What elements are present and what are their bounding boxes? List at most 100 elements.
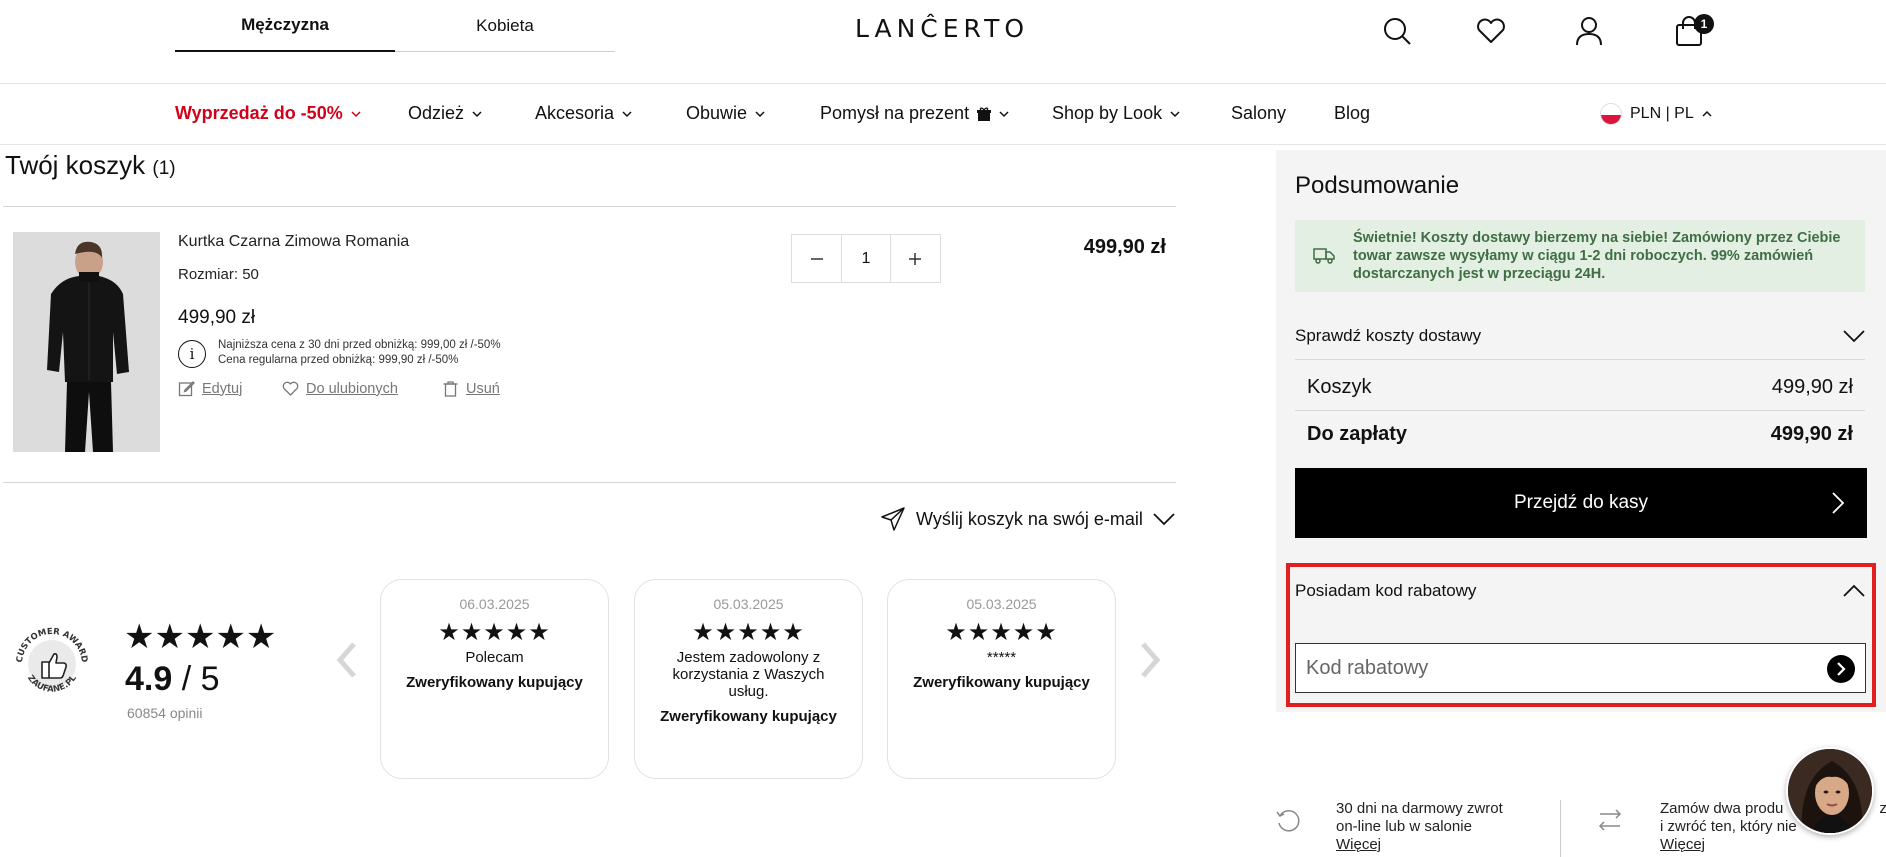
review-comment: Jestem zadowolony z korzystania z Waszyc… — [672, 649, 825, 700]
checkout-label: Przejdź do kasy — [1513, 492, 1649, 513]
reviews-next-button[interactable] — [1135, 640, 1165, 680]
email-cart-button[interactable]: Wyślij koszyk na swój e-mail — [880, 506, 1175, 532]
nav-item-label: Blog — [1334, 103, 1371, 123]
line-total: 499,90 zł — [1083, 236, 1166, 258]
edit-icon — [178, 381, 195, 397]
chevron-down-icon — [622, 110, 632, 117]
review-stars: ★★★★★ — [692, 619, 805, 646]
rating-max: 5 — [200, 660, 220, 698]
heart-icon[interactable] — [1474, 14, 1508, 48]
chevron-down-icon — [999, 110, 1009, 117]
nav-item-sale[interactable]: Wyprzedaż do -50% — [175, 103, 361, 124]
benefit-line-start: i zwróć ten, który nie — [1660, 818, 1797, 835]
chevron-left-icon — [336, 642, 356, 678]
cart-subtotal-value: 499,90 zł — [1771, 376, 1853, 398]
benefit-more-link[interactable]: Więcej — [1336, 836, 1381, 853]
benefit-line: on-line lub w salonie — [1336, 818, 1472, 835]
product-name[interactable]: Kurtka Czarna Zimowa Romania — [178, 233, 409, 251]
reviews-prev-button[interactable] — [332, 640, 362, 680]
size-value: 50 — [242, 266, 259, 283]
benefit-more-link[interactable]: Więcej — [1660, 836, 1705, 853]
checkout-button[interactable]: Przejdź do kasy — [1295, 468, 1867, 538]
total-value: 499,90 zł — [1770, 422, 1853, 445]
decrease-quantity-button[interactable] — [792, 235, 841, 282]
chat-assistant-avatar[interactable] — [1786, 747, 1874, 835]
bag-icon[interactable]: 1 — [1672, 14, 1714, 48]
nav-item-blog[interactable]: Blog — [1334, 103, 1370, 124]
rating-separator: / — [172, 660, 201, 698]
tab-women[interactable]: Kobieta — [395, 0, 615, 52]
product-image[interactable] — [13, 232, 160, 452]
chevron-down-icon — [1170, 110, 1180, 117]
free-shipping-notice: Świetnie! Koszty dostawy bierzemy na sie… — [1295, 220, 1865, 292]
summary-title: Podsumowanie — [1295, 172, 1460, 199]
tab-men[interactable]: Mężczyzna — [175, 0, 395, 52]
summary-row-cart: Koszyk 499,90 zł — [1295, 365, 1865, 411]
logo[interactable]: LANĈERTO — [855, 14, 1029, 43]
review-comment: ***** — [986, 649, 1017, 666]
chevron-down-icon — [351, 110, 361, 117]
review-date: 06.03.2025 — [459, 596, 530, 612]
discount-code-input[interactable] — [1296, 644, 1796, 692]
rating-stars: ★★★★★ — [124, 618, 277, 656]
cart-title-text: Twój koszyk — [5, 150, 146, 180]
nav-item-shoes[interactable]: Obuwie — [686, 103, 765, 124]
user-icon[interactable] — [1572, 14, 1606, 48]
rating-score: 4.9 / 5 — [125, 660, 220, 699]
main-nav: Wyprzedaż do -50% Odzież Akcesoria Obuwi… — [0, 84, 1886, 145]
product-size: Rozmiar: 50 — [178, 266, 259, 283]
heart-icon — [282, 381, 299, 396]
shipping-costs-label: Sprawdź koszty dostawy — [1295, 325, 1482, 345]
review-date: 05.03.2025 — [713, 596, 784, 612]
apply-discount-button[interactable] — [1827, 655, 1855, 683]
nav-item-salons[interactable]: Salony — [1231, 103, 1286, 124]
discount-code-toggle[interactable]: Posiadam kod rabatowy — [1295, 572, 1865, 610]
nav-item-label: Akcesoria — [535, 103, 615, 123]
exchange-icon — [1596, 806, 1624, 834]
chevron-down-icon — [755, 110, 765, 117]
discount-toggle-label: Posiadam kod rabatowy — [1295, 581, 1477, 600]
add-to-favorites-button[interactable]: Do ulubionych — [282, 380, 398, 397]
nav-item-accessories[interactable]: Akcesoria — [535, 103, 632, 124]
minus-icon — [810, 257, 823, 260]
increase-quantity-button[interactable] — [891, 235, 940, 282]
regular-price-note: Cena regularna przed obniżką: 999,90 zł … — [218, 354, 459, 366]
chevron-up-icon — [1702, 110, 1712, 117]
customer-award-badge[interactable]: CUSTOMER AWARD ZAUFANE.PL — [10, 622, 94, 706]
quantity-value[interactable]: 1 — [841, 235, 891, 282]
divider — [1560, 800, 1561, 857]
rating-value: 4.9 — [125, 660, 173, 698]
review-stars: ★★★★★ — [438, 619, 551, 646]
chevron-down-icon — [1153, 513, 1175, 526]
review-card[interactable]: 05.03.2025 ★★★★★ ***** Zweryfikowany kup… — [887, 579, 1116, 779]
nav-item-gift[interactable]: Pomysł na prezent — [820, 103, 1009, 124]
cart-subtotal-label: Koszyk — [1307, 376, 1372, 398]
gift-icon — [977, 106, 992, 121]
review-card[interactable]: 06.03.2025 ★★★★★ Polecam Zweryfikowany k… — [380, 579, 609, 779]
trash-icon — [443, 381, 458, 397]
chevron-down-icon — [472, 110, 482, 117]
currency-selector[interactable]: PLN | PL — [1600, 103, 1712, 125]
edit-label: Edytuj — [202, 380, 243, 397]
opinions-count[interactable]: 60854 opinii — [127, 705, 203, 721]
search-icon[interactable] — [1380, 14, 1414, 48]
edit-button[interactable]: Edytuj — [178, 380, 242, 397]
benefit-returns: 30 dni na darmowy zwrot on-line lub w sa… — [1336, 800, 1503, 854]
divider — [3, 206, 1176, 207]
remove-label: Usuń — [466, 380, 500, 397]
favorite-label: Do ulubionych — [306, 380, 398, 397]
return-icon — [1274, 806, 1302, 834]
info-icon[interactable]: i — [178, 340, 206, 368]
gender-tabs: Mężczyzna Kobieta — [175, 0, 615, 52]
review-card[interactable]: 05.03.2025 ★★★★★ Jestem zadowolony z kor… — [634, 579, 863, 779]
chevron-right-icon — [1832, 492, 1845, 514]
top-header: Mężczyzna Kobieta LANĈERTO 1 — [0, 0, 1886, 84]
remove-button[interactable]: Usuń — [442, 380, 500, 397]
review-verified: Zweryfikowany kupujący — [660, 708, 837, 725]
nav-item-label: Shop by Look — [1052, 103, 1163, 123]
nav-item-clothing[interactable]: Odzież — [408, 103, 482, 124]
shipping-costs-toggle[interactable]: Sprawdź koszty dostawy — [1295, 312, 1865, 360]
nav-item-shop-by-look[interactable]: Shop by Look — [1052, 103, 1180, 124]
benefit-line: 30 dni na darmowy zwrot — [1336, 800, 1503, 817]
nav-item-label: Obuwie — [686, 103, 748, 123]
